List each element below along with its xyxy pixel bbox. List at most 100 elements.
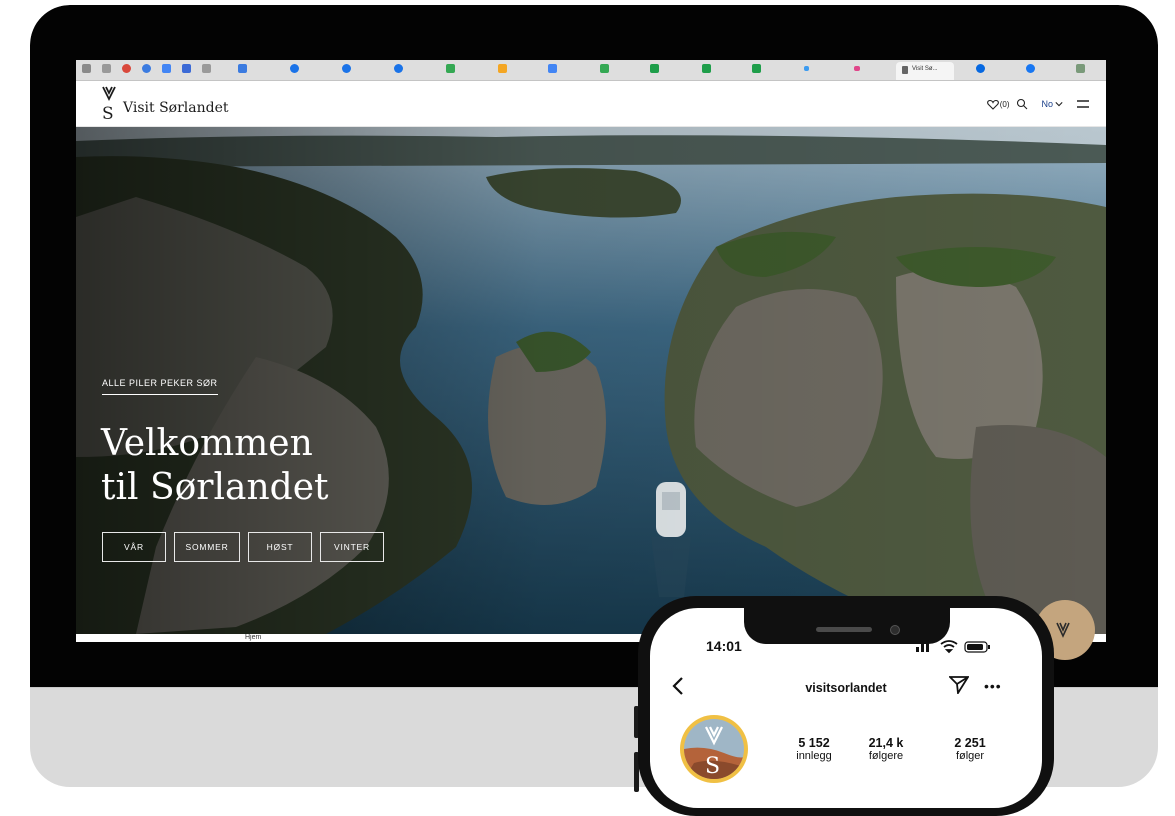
- browser-tab[interactable]: [854, 63, 864, 77]
- site-header: S Visit Sørlandet (0) No: [76, 81, 1106, 127]
- browser-tab[interactable]: [1026, 63, 1036, 77]
- tab-favicon-icon: [1026, 64, 1035, 73]
- favorites-button[interactable]: (0): [986, 99, 1010, 110]
- browser-tab[interactable]: [202, 63, 212, 77]
- phone-speaker: [816, 627, 872, 632]
- send-icon[interactable]: [949, 676, 969, 694]
- browser-tab[interactable]: [976, 63, 986, 77]
- season-button-sommer[interactable]: SOMMER: [174, 532, 240, 562]
- season-button-host[interactable]: HØST: [248, 532, 312, 562]
- signal-icon: [916, 647, 919, 652]
- stat-label: følger: [955, 750, 985, 762]
- stat-value: 21,4 k: [868, 736, 904, 750]
- eyebrow-divider: [102, 394, 218, 395]
- browser-tab[interactable]: [804, 63, 814, 77]
- stat-followers[interactable]: 21,4 k følgere: [846, 736, 926, 763]
- svg-text:S: S: [102, 104, 114, 123]
- browser-tab[interactable]: [650, 63, 660, 77]
- browser-tab-bar: Visit Sø...: [76, 60, 1106, 81]
- hero-eyebrow: ALLE PILER PEKER SØR: [102, 378, 218, 388]
- tab-favicon-icon: [122, 64, 131, 73]
- tab-favicon-icon: [102, 64, 111, 73]
- tab-favicon-icon: [804, 66, 809, 71]
- tab-favicon-icon: [548, 64, 557, 73]
- stat-posts[interactable]: 5 152 innlegg: [774, 736, 854, 763]
- logo-arrow-icon: [1056, 622, 1070, 638]
- tab-favicon-icon: [202, 64, 211, 73]
- stat-label: følgere: [868, 750, 904, 762]
- tab-favicon-icon: [902, 66, 908, 74]
- monitor-bezel: Visit Sø... S Visit Sørlandet (0) No ALL…: [30, 5, 1158, 687]
- visit-sorlandet-logo-icon[interactable]: S: [100, 83, 120, 123]
- browser-tab[interactable]: [182, 63, 192, 77]
- stat-value: 5 152: [798, 736, 830, 750]
- browser-tab[interactable]: [102, 63, 112, 77]
- header-actions: (0) No: [986, 95, 1090, 113]
- breadcrumb-home-link[interactable]: Hjem: [245, 634, 261, 641]
- phone-notch: [744, 608, 950, 644]
- heart-icon: [986, 99, 999, 110]
- profile-avatar[interactable]: S: [680, 715, 748, 783]
- browser-tab[interactable]: [394, 63, 404, 77]
- avatar-logo-icon: S: [684, 719, 744, 779]
- favorites-count: (0): [999, 99, 1010, 109]
- hero-title: Velkommen til Sørlandet: [101, 422, 328, 510]
- language-label: No: [1041, 99, 1053, 109]
- season-button-vinter[interactable]: VINTER: [320, 532, 384, 562]
- tab-favicon-icon: [394, 64, 403, 73]
- more-options-icon[interactable]: •••: [984, 678, 1002, 694]
- browser-tab[interactable]: [162, 63, 172, 77]
- browser-tab[interactable]: [600, 63, 610, 77]
- svg-text:S: S: [705, 754, 720, 779]
- browser-tab[interactable]: [82, 63, 92, 77]
- tab-favicon-icon: [854, 66, 860, 71]
- browser-tab-active[interactable]: Visit Sø...: [896, 62, 954, 80]
- hero-section: ALLE PILER PEKER SØR Velkommen til Sørla…: [76, 127, 1106, 634]
- phone-screen: 14:01 visitsorlandet ••• S 5 152 innlegg…: [650, 608, 1042, 808]
- tab-favicon-icon: [342, 64, 351, 73]
- browser-window: Visit Sø... S Visit Sørlandet (0) No ALL…: [76, 60, 1106, 642]
- language-selector[interactable]: No: [1041, 99, 1063, 109]
- tab-favicon-icon: [142, 64, 151, 73]
- tab-favicon-icon: [82, 64, 91, 73]
- browser-tab[interactable]: [342, 63, 352, 77]
- browser-tab[interactable]: [548, 63, 558, 77]
- browser-tab[interactable]: [752, 63, 762, 77]
- tab-favicon-icon: [162, 64, 171, 73]
- season-button-var[interactable]: VÅR: [102, 532, 166, 562]
- tab-favicon-icon: [650, 64, 659, 73]
- site-logo-text[interactable]: Visit Sørlandet: [123, 100, 229, 116]
- browser-tab[interactable]: [238, 63, 248, 77]
- active-tab-label: Visit Sø...: [912, 66, 938, 72]
- phone: 14:01 visitsorlandet ••• S 5 152 innlegg…: [638, 596, 1054, 816]
- browser-tab[interactable]: [702, 63, 712, 77]
- stat-label: innlegg: [796, 750, 832, 762]
- avatar-image: S: [684, 719, 744, 779]
- browser-tab[interactable]: [142, 63, 152, 77]
- chevron-down-icon: [1055, 102, 1063, 107]
- browser-tab[interactable]: [498, 63, 508, 77]
- tab-favicon-icon: [446, 64, 455, 73]
- menu-icon[interactable]: [1076, 99, 1090, 109]
- tab-favicon-icon: [976, 64, 985, 73]
- stat-value: 2 251: [954, 736, 986, 750]
- search-icon[interactable]: [1016, 98, 1028, 110]
- hero-title-line: Velkommen: [101, 423, 313, 464]
- wifi-icon: [940, 640, 958, 654]
- tab-favicon-icon: [238, 64, 247, 73]
- stat-following[interactable]: 2 251 følger: [930, 736, 1010, 763]
- tab-favicon-icon: [290, 64, 299, 73]
- phone-camera: [890, 625, 900, 635]
- tab-favicon-icon: [1076, 64, 1085, 73]
- browser-tab[interactable]: [290, 63, 300, 77]
- hero-title-line: til Sørlandet: [101, 467, 329, 508]
- browser-tab[interactable]: [122, 63, 132, 77]
- tab-favicon-icon: [752, 64, 761, 73]
- tab-favicon-icon: [600, 64, 609, 73]
- browser-tab[interactable]: [1076, 63, 1086, 77]
- phone-status-time: 14:01: [706, 638, 742, 654]
- tab-favicon-icon: [702, 64, 711, 73]
- browser-tab[interactable]: [446, 63, 456, 77]
- tab-favicon-icon: [182, 64, 191, 73]
- tab-favicon-icon: [498, 64, 507, 73]
